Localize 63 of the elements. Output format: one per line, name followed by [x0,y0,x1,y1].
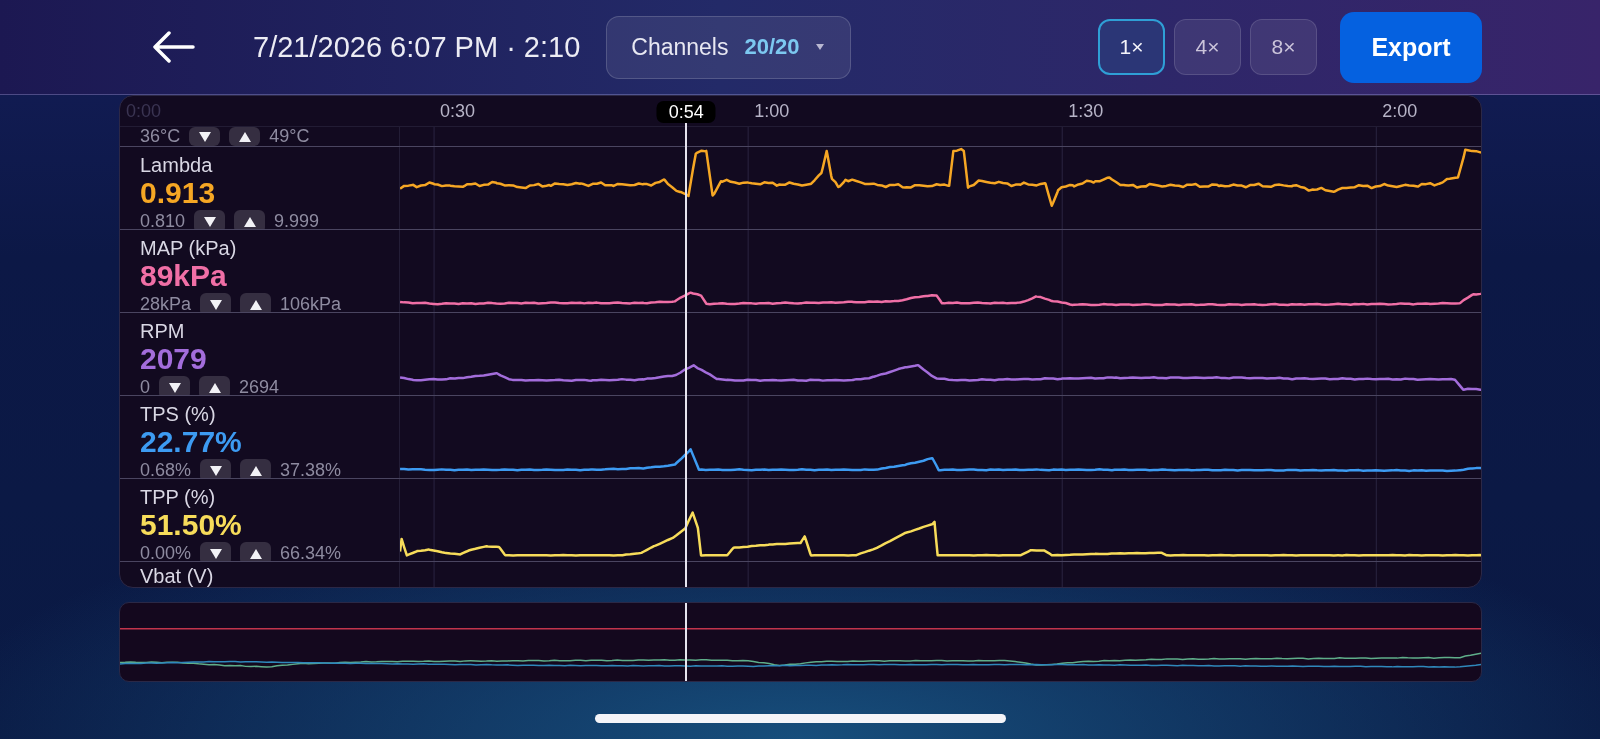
triangle-down-icon [209,465,222,476]
range-max-label: 9.999 [274,211,320,229]
triangle-down-icon [198,131,211,142]
range-max-label: 66.34% [280,543,342,561]
range-max-label: 49°C [269,127,310,146]
overview-playhead-line[interactable] [685,603,688,681]
channel-value: 0.913 [140,176,216,210]
range-min-label: 0.810 [140,211,186,229]
range-max-label: 106kPa [280,294,342,312]
channel-value: 89kPa [140,259,227,293]
triangle-up-icon [243,216,256,227]
session-title: 7/21/2026 6:07 PM · 2:10 [253,30,581,64]
zoom-level-button[interactable]: 1× [1098,19,1165,75]
channel-name: RPM [140,320,185,342]
down-arrow-button[interactable] [200,542,232,561]
range-min-label: 36°C [140,127,181,146]
triangle-up-icon [238,131,251,142]
triangle-up-icon [249,299,262,310]
triangle-up-icon [208,382,221,393]
time-tick-label: 2:00 [1382,100,1418,122]
channel-name: MAP (kPa) [140,237,237,259]
channel-value: 2079 [140,342,207,376]
channel-name: TPS (%) [140,403,216,425]
triangle-up-icon [249,548,262,559]
range-min-label: 0 [140,377,150,395]
cursor-time-label: 0:54 [656,101,716,123]
export-button[interactable]: Export [1340,11,1482,83]
up-arrow-button[interactable] [240,542,272,561]
down-arrow-button[interactable] [189,127,221,146]
down-arrow-button[interactable] [159,376,190,395]
time-tick-label: 1:30 [1068,100,1104,122]
playhead-line[interactable] [685,123,688,587]
channel-name: TPP (%) [140,486,216,508]
channel-value: 51.50% [140,508,242,542]
triangle-up-icon [249,465,262,476]
up-arrow-button[interactable] [240,459,272,478]
triangle-down-icon [209,548,222,559]
channels-dropdown[interactable]: Channels 20/20 [606,15,851,79]
caret-down-icon [815,44,824,50]
down-arrow-button[interactable] [200,459,232,478]
down-arrow-button[interactable] [200,293,232,312]
triangle-down-icon [209,299,222,310]
range-min-label: 0.68% [140,460,192,478]
channel-name: Lambda [140,154,213,176]
range-min-label: 0.00% [140,543,192,561]
range-max-label: 37.38% [280,460,342,478]
channel-name: Vbat (V) [140,565,214,587]
arrow-left-icon [151,31,195,63]
up-arrow-button[interactable] [240,293,272,312]
time-tick-label: 0:30 [440,100,476,122]
time-tick-label: 1:00 [754,100,790,122]
down-arrow-button[interactable] [194,210,226,229]
range-min-label: 28kPa [140,294,192,312]
zoom-level-button[interactable]: 8× [1250,19,1317,75]
up-arrow-button[interactable] [234,210,266,229]
zoom-level-button[interactable]: 4× [1174,19,1241,75]
triangle-down-icon [203,216,216,227]
up-arrow-button[interactable] [199,376,230,395]
back-button[interactable] [150,30,196,64]
range-max-label: 2694 [239,377,280,395]
triangle-down-icon [168,382,181,393]
channel-value: 22.77% [140,425,242,459]
up-arrow-button[interactable] [229,127,261,146]
